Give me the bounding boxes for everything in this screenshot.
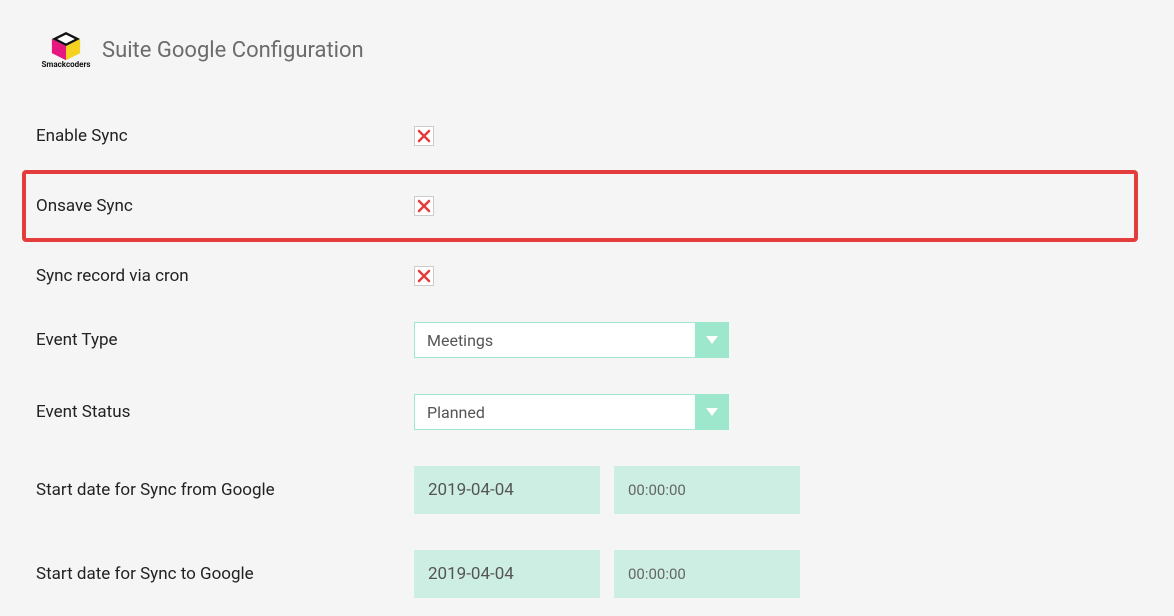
enable-sync-checkbox[interactable] xyxy=(414,126,434,146)
row-enable-sync: Enable Sync xyxy=(36,108,1138,164)
event-status-caret[interactable] xyxy=(695,394,729,430)
cross-icon xyxy=(417,269,431,283)
row-sync-cron: Sync record via cron xyxy=(36,248,1138,304)
event-status-select[interactable]: Planned xyxy=(414,394,729,430)
start-to-google-date[interactable]: 2019-04-04 xyxy=(414,550,600,598)
event-type-caret[interactable] xyxy=(695,322,729,358)
row-event-status: Event Status Planned xyxy=(36,376,1138,448)
event-type-select[interactable]: Meetings xyxy=(414,322,729,358)
cross-icon xyxy=(417,199,431,213)
sync-cron-label: Sync record via cron xyxy=(36,266,414,286)
sync-cron-checkbox[interactable] xyxy=(414,266,434,286)
start-from-google-label: Start date for Sync from Google xyxy=(36,480,414,500)
brand-name: Smackcoders xyxy=(41,60,90,69)
onsave-sync-checkbox[interactable] xyxy=(414,196,434,216)
brand-logo: Smackcoders xyxy=(36,28,96,72)
cube-icon xyxy=(48,32,84,62)
chevron-down-icon xyxy=(706,336,718,344)
page-header: Smackcoders Suite Google Configuration xyxy=(0,0,1174,78)
cross-icon xyxy=(417,129,431,143)
row-start-from-google: Start date for Sync from Google 2019-04-… xyxy=(36,448,1138,532)
start-from-google-date[interactable]: 2019-04-04 xyxy=(414,466,600,514)
config-form: Enable Sync Onsave Sync Sync record via … xyxy=(0,78,1174,616)
enable-sync-label: Enable Sync xyxy=(36,126,414,146)
start-from-google-time[interactable]: 00:00:00 xyxy=(614,466,800,514)
event-status-label: Event Status xyxy=(36,402,414,422)
onsave-sync-label: Onsave Sync xyxy=(36,196,414,216)
event-status-value: Planned xyxy=(414,394,729,430)
row-start-to-google: Start date for Sync to Google 2019-04-04… xyxy=(36,532,1138,616)
start-from-google-group: 2019-04-04 00:00:00 xyxy=(414,466,800,514)
start-to-google-time[interactable]: 00:00:00 xyxy=(614,550,800,598)
row-onsave-sync: Onsave Sync xyxy=(22,170,1138,242)
start-to-google-label: Start date for Sync to Google xyxy=(36,564,414,584)
event-type-value: Meetings xyxy=(414,322,729,358)
row-event-type: Event Type Meetings xyxy=(36,304,1138,376)
event-type-label: Event Type xyxy=(36,330,414,350)
start-to-google-group: 2019-04-04 00:00:00 xyxy=(414,550,800,598)
chevron-down-icon xyxy=(706,408,718,416)
page-title: Suite Google Configuration xyxy=(102,38,364,63)
